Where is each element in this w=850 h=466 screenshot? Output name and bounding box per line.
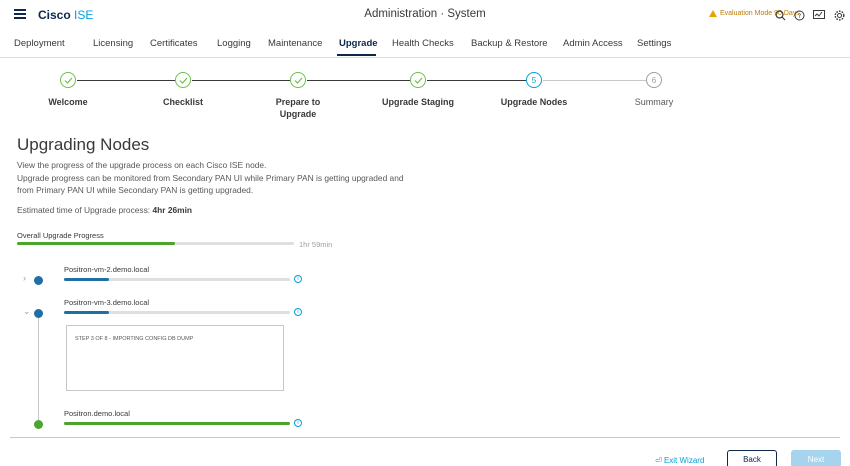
step-label-welcome: Welcome <box>48 97 88 107</box>
gear-icon[interactable] <box>832 8 846 22</box>
step-pending-number: 6 <box>646 72 662 88</box>
node-progress-fill <box>64 278 110 281</box>
exit-wizard-link[interactable]: ⏎ Exit Wizard <box>655 456 704 465</box>
step-connector <box>427 80 526 81</box>
description-line: from Primary PAN UI while Secondary PAN … <box>17 185 254 195</box>
help-icon[interactable]: ? <box>792 8 806 22</box>
description-line: View the progress of the upgrade process… <box>17 160 267 170</box>
chevron-right-icon[interactable]: › <box>23 273 26 283</box>
step-connector <box>192 80 290 81</box>
search-icon[interactable] <box>773 8 787 22</box>
evaluation-text: Evaluation Mode 90 Days <box>720 10 800 17</box>
node-progress-fill <box>64 311 110 314</box>
step-connector <box>307 80 410 81</box>
node-step-detail: STEP 3 OF 8 - IMPORTING CONFIG DB DUMP <box>66 325 284 391</box>
step-label-checklist: Checklist <box>162 97 204 107</box>
tab-health-checks[interactable]: Health Checks <box>392 38 454 49</box>
tab-certificates[interactable]: Certificates <box>150 38 198 49</box>
tab-backup-restore[interactable]: Backup & Restore <box>471 38 548 49</box>
exit-wizard-label: Exit Wizard <box>663 456 705 465</box>
brand-name: Cisco <box>38 8 71 22</box>
next-button[interactable]: Next <box>791 450 841 466</box>
active-tab-indicator <box>337 54 376 56</box>
step-label-line: Upgrade <box>279 109 317 119</box>
info-icon[interactable]: i <box>294 419 302 427</box>
estimated-time-value: 4hr 26min <box>152 205 193 215</box>
step-label-summary: Summary <box>634 97 674 107</box>
step-label-upgrade-nodes: Upgrade Nodes <box>500 97 568 107</box>
node-step-text: STEP 3 OF 8 - IMPORTING CONFIG DB DUMP <box>75 336 194 342</box>
node-progress-fill <box>64 422 290 425</box>
exit-icon: ⏎ <box>655 456 662 465</box>
info-icon[interactable]: i <box>294 308 302 316</box>
tab-logging[interactable]: Logging <box>217 38 251 49</box>
step-label-staging: Upgrade Staging <box>381 97 454 107</box>
info-icon[interactable]: i <box>294 275 302 283</box>
step-connector <box>543 80 646 81</box>
estimated-time: Estimated time of Upgrade process: 4hr 2… <box>17 205 192 215</box>
timeline-connector <box>38 316 39 420</box>
node-in-progress-icon <box>34 276 43 285</box>
node-name: Positron-vm-3.demo.local <box>64 298 150 307</box>
tab-admin-access[interactable]: Admin Access <box>563 38 623 49</box>
tab-upgrade[interactable]: Upgrade <box>339 38 378 49</box>
brand-product: ISE <box>74 8 94 22</box>
description-line: Upgrade progress can be monitored from S… <box>17 173 404 183</box>
warning-icon <box>709 10 717 17</box>
step-connector <box>77 80 175 81</box>
chevron-down-icon[interactable]: ⌄ <box>23 306 31 317</box>
back-button[interactable]: Back <box>727 450 777 466</box>
tab-licensing[interactable]: Licensing <box>93 38 133 49</box>
top-bar: Cisco ISE Administration · System Evalua… <box>0 0 850 30</box>
step-label-prepare: Prepare to Upgrade <box>248 96 348 120</box>
section-title: Upgrading Nodes <box>17 135 150 154</box>
node-in-progress-icon <box>34 309 43 318</box>
dashboard-icon[interactable] <box>812 8 826 22</box>
node-progress-bar <box>64 278 290 281</box>
node-name: Positron-vm-2.demo.local <box>64 265 150 274</box>
step-label-line: Prepare to <box>275 97 321 107</box>
svg-text:?: ? <box>797 12 800 20</box>
node-name: Positron.demo.local <box>64 409 130 418</box>
step-current-number: 5 <box>526 72 542 88</box>
estimated-time-label: Estimated time of Upgrade process: <box>17 205 151 215</box>
tab-maintenance[interactable]: Maintenance <box>268 38 322 49</box>
overall-progress-bar <box>17 242 294 245</box>
tab-settings[interactable]: Settings <box>637 38 671 49</box>
menu-icon[interactable] <box>14 9 26 19</box>
node-complete-icon <box>34 420 43 429</box>
tab-deployment[interactable]: Deployment <box>14 38 65 49</box>
brand-logo[interactable]: Cisco ISE <box>38 8 93 22</box>
step-done-check-icon <box>175 72 191 88</box>
node-progress-bar <box>64 311 290 314</box>
footer-divider <box>10 437 840 438</box>
overall-progress-time: 1hr 59min <box>299 240 333 249</box>
step-done-check-icon <box>410 72 426 88</box>
overall-progress-label: Overall Upgrade Progress <box>17 231 104 240</box>
node-progress-bar <box>64 422 290 425</box>
step-done-check-icon <box>290 72 306 88</box>
step-done-check-icon <box>60 72 76 88</box>
overall-progress-fill <box>17 242 175 245</box>
admin-tabs: Deployment Licensing Certificates Loggin… <box>0 30 850 58</box>
